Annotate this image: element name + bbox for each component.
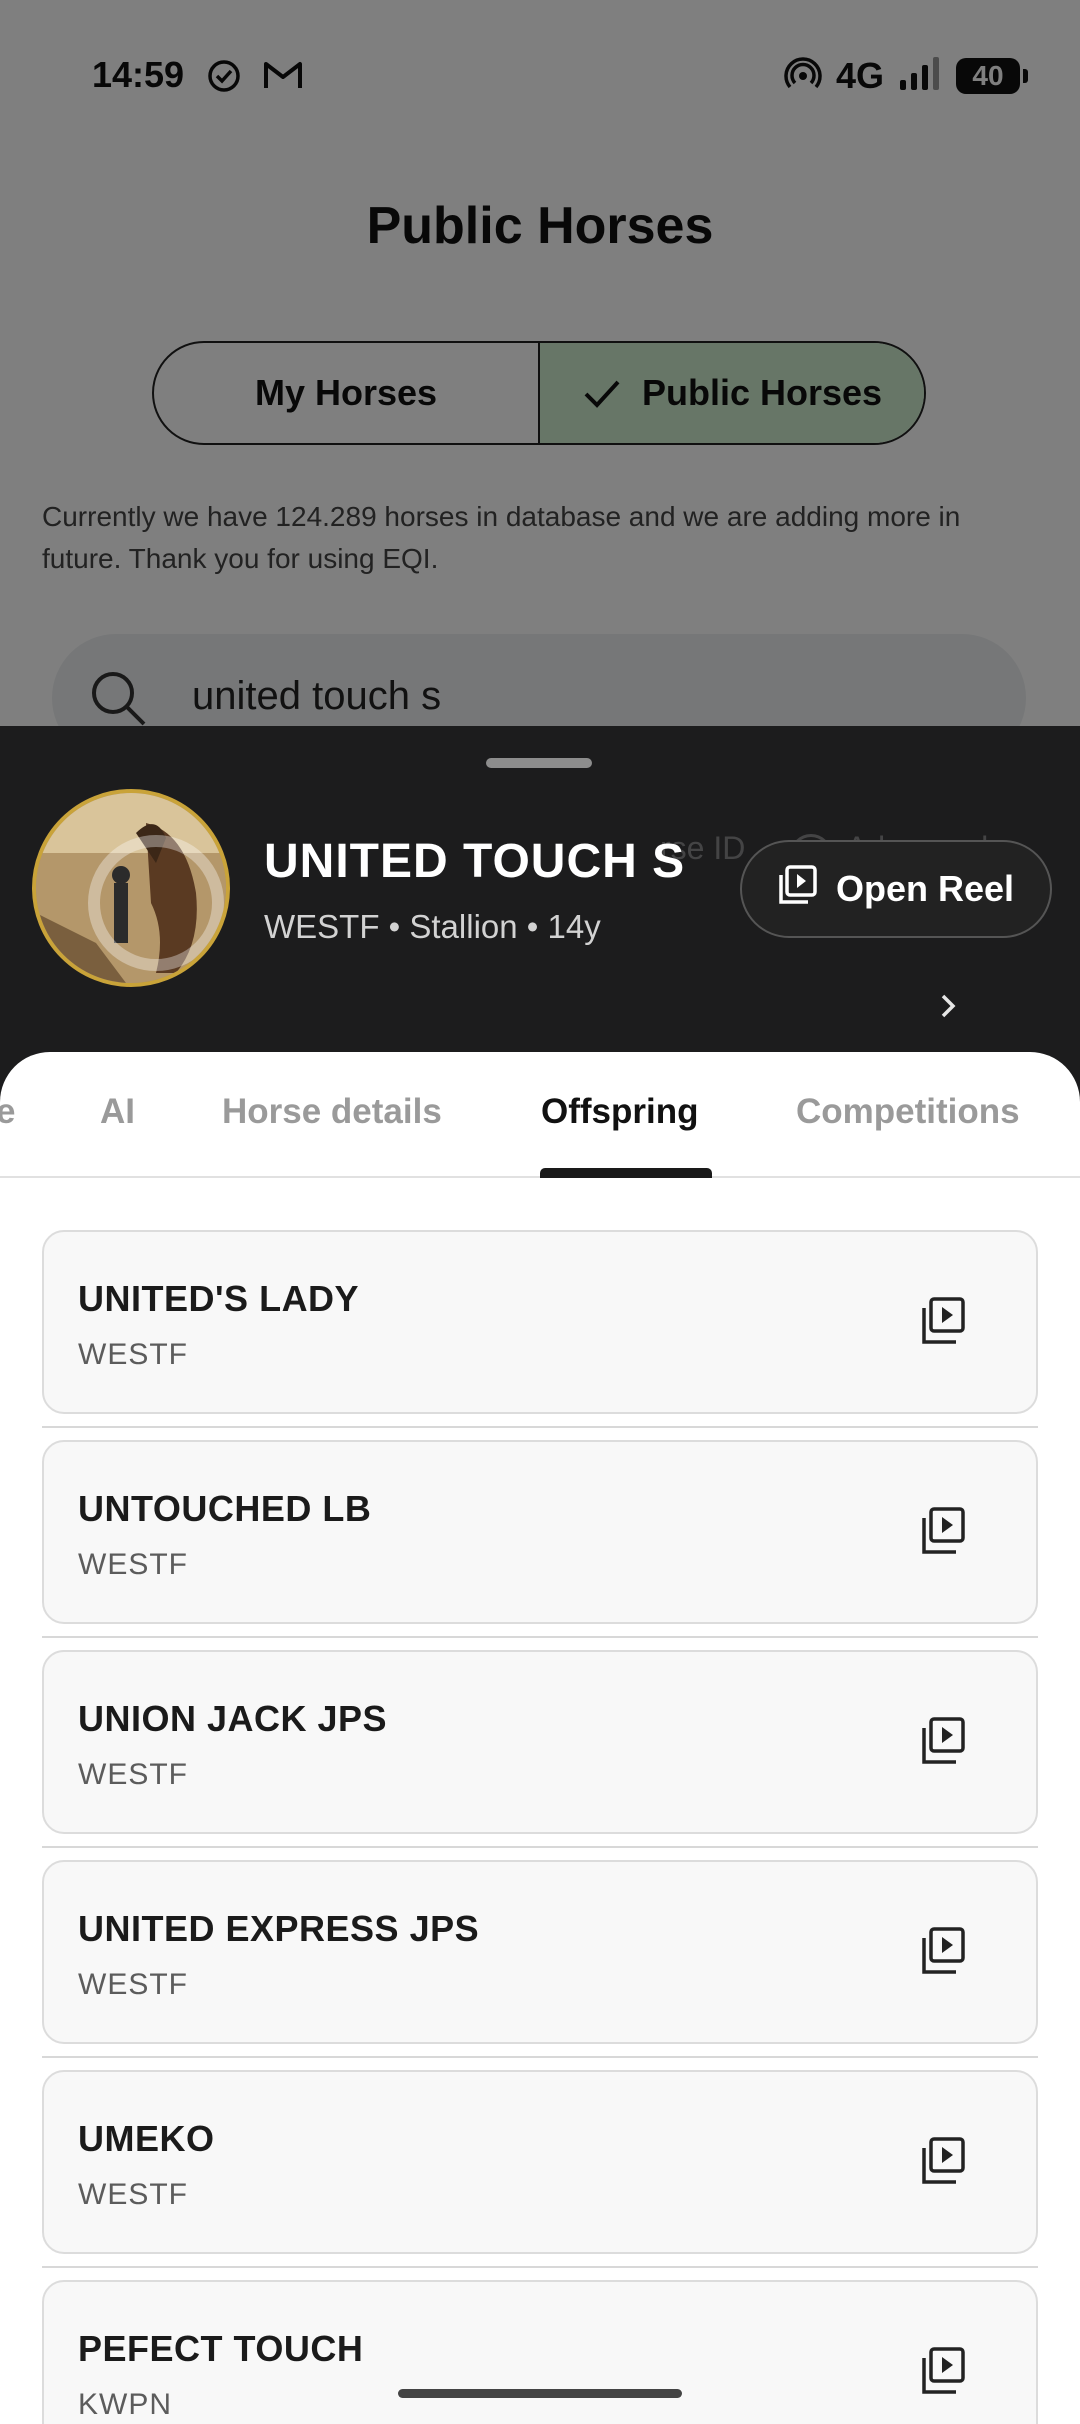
horse-detail-panel: e AI Horse details Offspring Competition… — [0, 1052, 1080, 2424]
home-indicator[interactable] — [398, 2389, 682, 2398]
offspring-studbook: KWPN — [78, 2388, 172, 2421]
horse-name: UNITED TOUCH S — [264, 835, 686, 888]
open-reel-label: Open Reel — [835, 868, 1015, 909]
offspring-card[interactable]: UNION JACK JPS WESTF — [42, 1650, 1038, 1848]
offspring-studbook: WESTF — [78, 1338, 188, 1371]
detail-tabs: e AI Horse details Offspring Competition… — [0, 1052, 1080, 1178]
screen: 14:59 4G 40 Public Horses My Horses — [0, 0, 1080, 2424]
offspring-list: UNITED'S LADY WESTF UNTOUCHED LB WESTF U… — [42, 1230, 1038, 2424]
offspring-card[interactable]: UNTOUCHED LB WESTF — [42, 1440, 1038, 1638]
reel-icon — [778, 864, 818, 914]
reel-icon[interactable] — [920, 1926, 966, 1981]
offspring-card[interactable]: UNITED EXPRESS JPS WESTF — [42, 1860, 1038, 2058]
offspring-name: UMEKO — [78, 2118, 215, 2159]
offspring-studbook: WESTF — [78, 1758, 188, 1791]
public-horses-page: 14:59 4G 40 Public Horses My Horses — [0, 0, 1080, 762]
tab-partial[interactable]: e — [0, 1092, 15, 1132]
tab-horse-details[interactable]: Horse details — [222, 1092, 442, 1132]
offspring-studbook: WESTF — [78, 2178, 188, 2211]
open-reel-button[interactable]: Open Reel — [740, 840, 1052, 938]
tab-ai[interactable]: AI — [100, 1092, 135, 1132]
offspring-name: UNITED EXPRESS JPS — [78, 1908, 480, 1949]
horse-meta: WESTF • Stallion • 14y — [264, 908, 601, 945]
offspring-card[interactable]: PEFECT TOUCH KWPN — [42, 2280, 1038, 2424]
offspring-studbook: WESTF — [78, 1548, 188, 1581]
offspring-name: PEFECT TOUCH — [78, 2328, 364, 2369]
tab-offspring[interactable]: Offspring — [541, 1092, 698, 1132]
chevron-right-icon[interactable] — [930, 988, 966, 1029]
tab-competitions[interactable]: Competitions — [796, 1092, 1020, 1132]
offspring-name: UNITED'S LADY — [78, 1278, 360, 1319]
drag-handle[interactable] — [486, 758, 592, 768]
offspring-card[interactable]: UNITED'S LADY WESTF — [42, 1230, 1038, 1428]
horse-avatar — [32, 789, 230, 987]
offspring-card[interactable]: UMEKO WESTF — [42, 2070, 1038, 2268]
reel-icon[interactable] — [920, 1506, 966, 1561]
active-tab-indicator — [540, 1168, 712, 1178]
offspring-studbook: WESTF — [78, 1968, 188, 2001]
reel-icon[interactable] — [920, 2346, 966, 2401]
reel-icon[interactable] — [920, 1716, 966, 1771]
reel-icon[interactable] — [920, 2136, 966, 2191]
modal-scrim[interactable] — [0, 0, 1080, 760]
offspring-name: UNTOUCHED LB — [78, 1488, 372, 1529]
reel-icon[interactable] — [920, 1296, 966, 1351]
offspring-name: UNION JACK JPS — [78, 1698, 388, 1739]
